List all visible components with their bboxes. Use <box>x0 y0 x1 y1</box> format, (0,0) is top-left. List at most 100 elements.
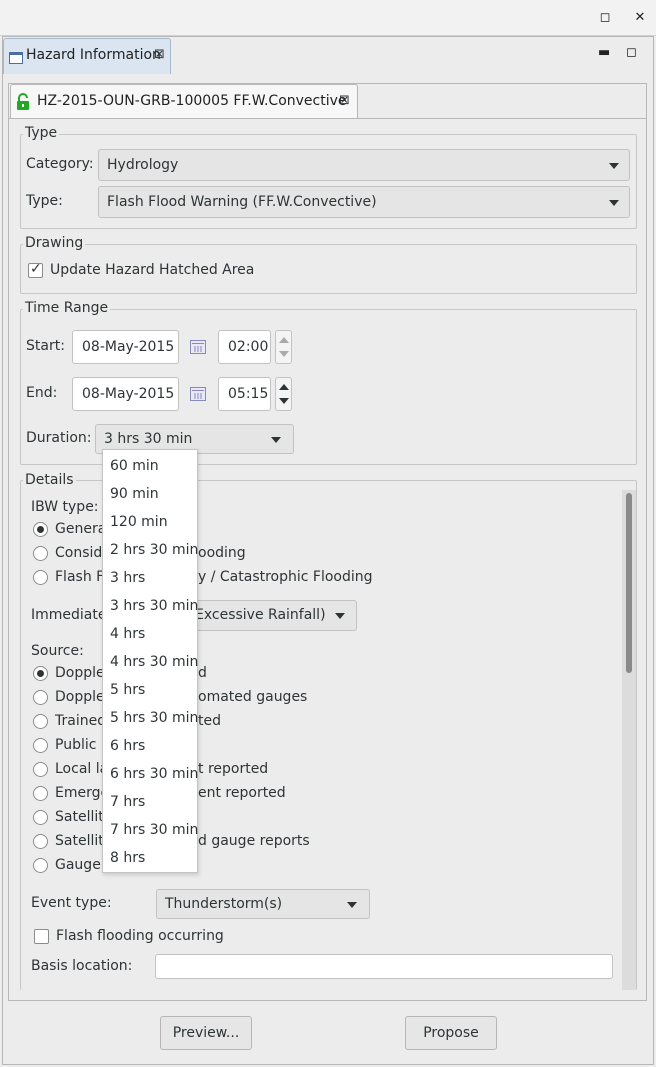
source-label: Source: <box>31 643 84 659</box>
source-option-label: Dopple <box>55 689 105 705</box>
hazard-tab-label: HZ-2015-OUN-GRB-100005 FF.W.Convective <box>37 93 347 109</box>
close-tab-icon[interactable]: ⊠ <box>339 93 350 108</box>
type-value: Flash Flood Warning (FF.W.Convective) <box>107 194 377 210</box>
duration-option[interactable]: 3 hrs <box>103 564 197 592</box>
source-option-label: Trained <box>55 713 107 729</box>
source-radio[interactable] <box>33 714 48 729</box>
ibw-radio-general[interactable] <box>33 522 48 537</box>
duration-option[interactable]: 2 hrs 30 min <box>103 536 198 564</box>
duration-option[interactable]: 120 min <box>103 508 197 536</box>
preview-button[interactable]: Preview... <box>160 1016 252 1050</box>
chevron-down-icon <box>347 902 357 908</box>
duration-option[interactable]: 7 hrs <box>103 788 197 816</box>
category-value: Hydrology <box>107 157 179 173</box>
propose-button[interactable]: Propose <box>405 1016 497 1050</box>
update-hatched-checkbox[interactable] <box>28 261 43 278</box>
source-option-label: Satellit <box>55 809 104 825</box>
type-group-legend: Type <box>23 125 60 141</box>
basis-location-label: Basis location: <box>31 958 133 974</box>
update-hatched-label: Update Hazard Hatched Area <box>50 262 255 278</box>
source-option-label: Emerge <box>55 785 110 801</box>
window-icon <box>9 52 23 64</box>
source-radio[interactable] <box>33 762 48 777</box>
source-radio[interactable] <box>33 858 48 873</box>
duration-option[interactable]: 4 hrs 30 min <box>103 648 198 676</box>
immediate-cause-label: Immediate <box>31 607 107 623</box>
start-label: Start: <box>26 338 65 354</box>
start-time-spinner[interactable] <box>275 330 292 364</box>
unlocked-icon <box>17 93 29 110</box>
source-option-label-tail: d <box>198 665 207 681</box>
event-type-combo[interactable]: Thunderstorm(s) <box>156 889 370 919</box>
start-time-field[interactable]: 02:00 <box>218 330 271 364</box>
source-radio[interactable] <box>33 786 48 801</box>
calendar-icon[interactable] <box>190 387 206 401</box>
duration-value: 3 hrs 30 min <box>104 431 193 447</box>
ibw-radio-catastrophic[interactable] <box>33 570 48 585</box>
details-legend: Details <box>23 472 76 488</box>
source-radio[interactable] <box>33 690 48 705</box>
ibw-option-label: Genera <box>55 521 107 537</box>
maximize-window-icon[interactable]: ◻ <box>596 9 614 27</box>
ibw-option-label-tail: y / Catastrophic Flooding <box>198 569 373 585</box>
source-option-label: Dopple <box>55 665 105 681</box>
ibw-option-label: Flash F <box>55 569 105 585</box>
duration-option[interactable]: 6 hrs 30 min <box>103 760 198 788</box>
maximize-view-icon[interactable]: ◻ <box>626 45 637 60</box>
category-combo[interactable]: Hydrology <box>98 149 630 181</box>
category-label: Category: <box>26 156 94 172</box>
duration-option[interactable]: 90 min <box>103 480 197 508</box>
source-option-label: Satellit <box>55 833 104 849</box>
calendar-icon[interactable] <box>190 340 206 354</box>
tab-hazard-event[interactable]: HZ-2015-OUN-GRB-100005 FF.W.Convective ⊠ <box>10 84 358 119</box>
details-scrollbar-thumb[interactable] <box>626 493 632 673</box>
close-tab-icon[interactable]: ⊠ <box>154 47 165 62</box>
duration-option[interactable]: 6 hrs <box>103 732 197 760</box>
duration-option[interactable]: 60 min <box>103 452 197 480</box>
end-label: End: <box>26 385 58 401</box>
duration-option[interactable]: 3 hrs 30 min <box>103 592 198 620</box>
start-date-field[interactable]: 08-May-2015 <box>72 330 179 364</box>
event-type-label: Event type: <box>31 895 112 911</box>
chevron-down-icon <box>335 613 345 619</box>
event-type-value: Thunderstorm(s) <box>165 896 283 912</box>
duration-option[interactable]: 4 hrs <box>103 620 197 648</box>
chevron-down-icon <box>271 437 281 443</box>
source-option-label-tail: t reported <box>198 761 269 777</box>
view-tab-hazard-information[interactable]: Hazard Information ⊠ <box>3 38 171 74</box>
ibw-radio-considerable[interactable] <box>33 546 48 561</box>
type-label: Type: <box>26 193 63 209</box>
duration-option[interactable]: 7 hrs 30 min <box>103 816 198 844</box>
basis-location-field[interactable] <box>155 954 613 979</box>
duration-option[interactable]: 5 hrs <box>103 676 197 704</box>
flash-flooding-checkbox[interactable] <box>34 929 49 944</box>
source-radio[interactable] <box>33 738 48 753</box>
end-date-field[interactable]: 08-May-2015 <box>72 377 179 411</box>
source-option-label-tail: ent reported <box>198 785 286 801</box>
source-radio[interactable] <box>33 666 48 681</box>
source-radio[interactable] <box>33 810 48 825</box>
duration-option[interactable]: 5 hrs 30 min <box>103 704 198 732</box>
source-option-label-tail: omated gauges <box>198 689 308 705</box>
chevron-down-icon <box>609 200 619 206</box>
view-tab-label: Hazard Information <box>26 47 161 63</box>
end-time-spinner[interactable] <box>275 377 292 411</box>
chevron-down-icon <box>609 163 619 169</box>
end-time-field[interactable]: 05:15 <box>218 377 271 411</box>
duration-dropdown-list: 60 min 90 min 120 min 2 hrs 30 min 3 hrs… <box>102 449 198 873</box>
window-title-bar: ◻ ✕ <box>0 0 656 36</box>
time-range-legend: Time Range <box>23 300 111 316</box>
flash-flooding-label: Flash flooding occurring <box>56 928 224 944</box>
minimize-view-icon[interactable]: ▬ <box>598 45 610 60</box>
ibw-type-label: IBW type: <box>31 499 99 515</box>
drawing-group-legend: Drawing <box>23 235 86 251</box>
source-option-label-tail: ted <box>198 713 221 729</box>
close-window-icon[interactable]: ✕ <box>631 9 649 27</box>
source-option-label: Public r <box>55 737 107 753</box>
source-option-label: Local la <box>55 761 109 777</box>
duration-label: Duration: <box>26 430 92 446</box>
duration-option[interactable]: 8 hrs <box>103 844 197 872</box>
source-radio[interactable] <box>33 834 48 849</box>
type-combo[interactable]: Flash Flood Warning (FF.W.Convective) <box>98 186 630 218</box>
source-option-label-tail: d gauge reports <box>198 833 310 849</box>
